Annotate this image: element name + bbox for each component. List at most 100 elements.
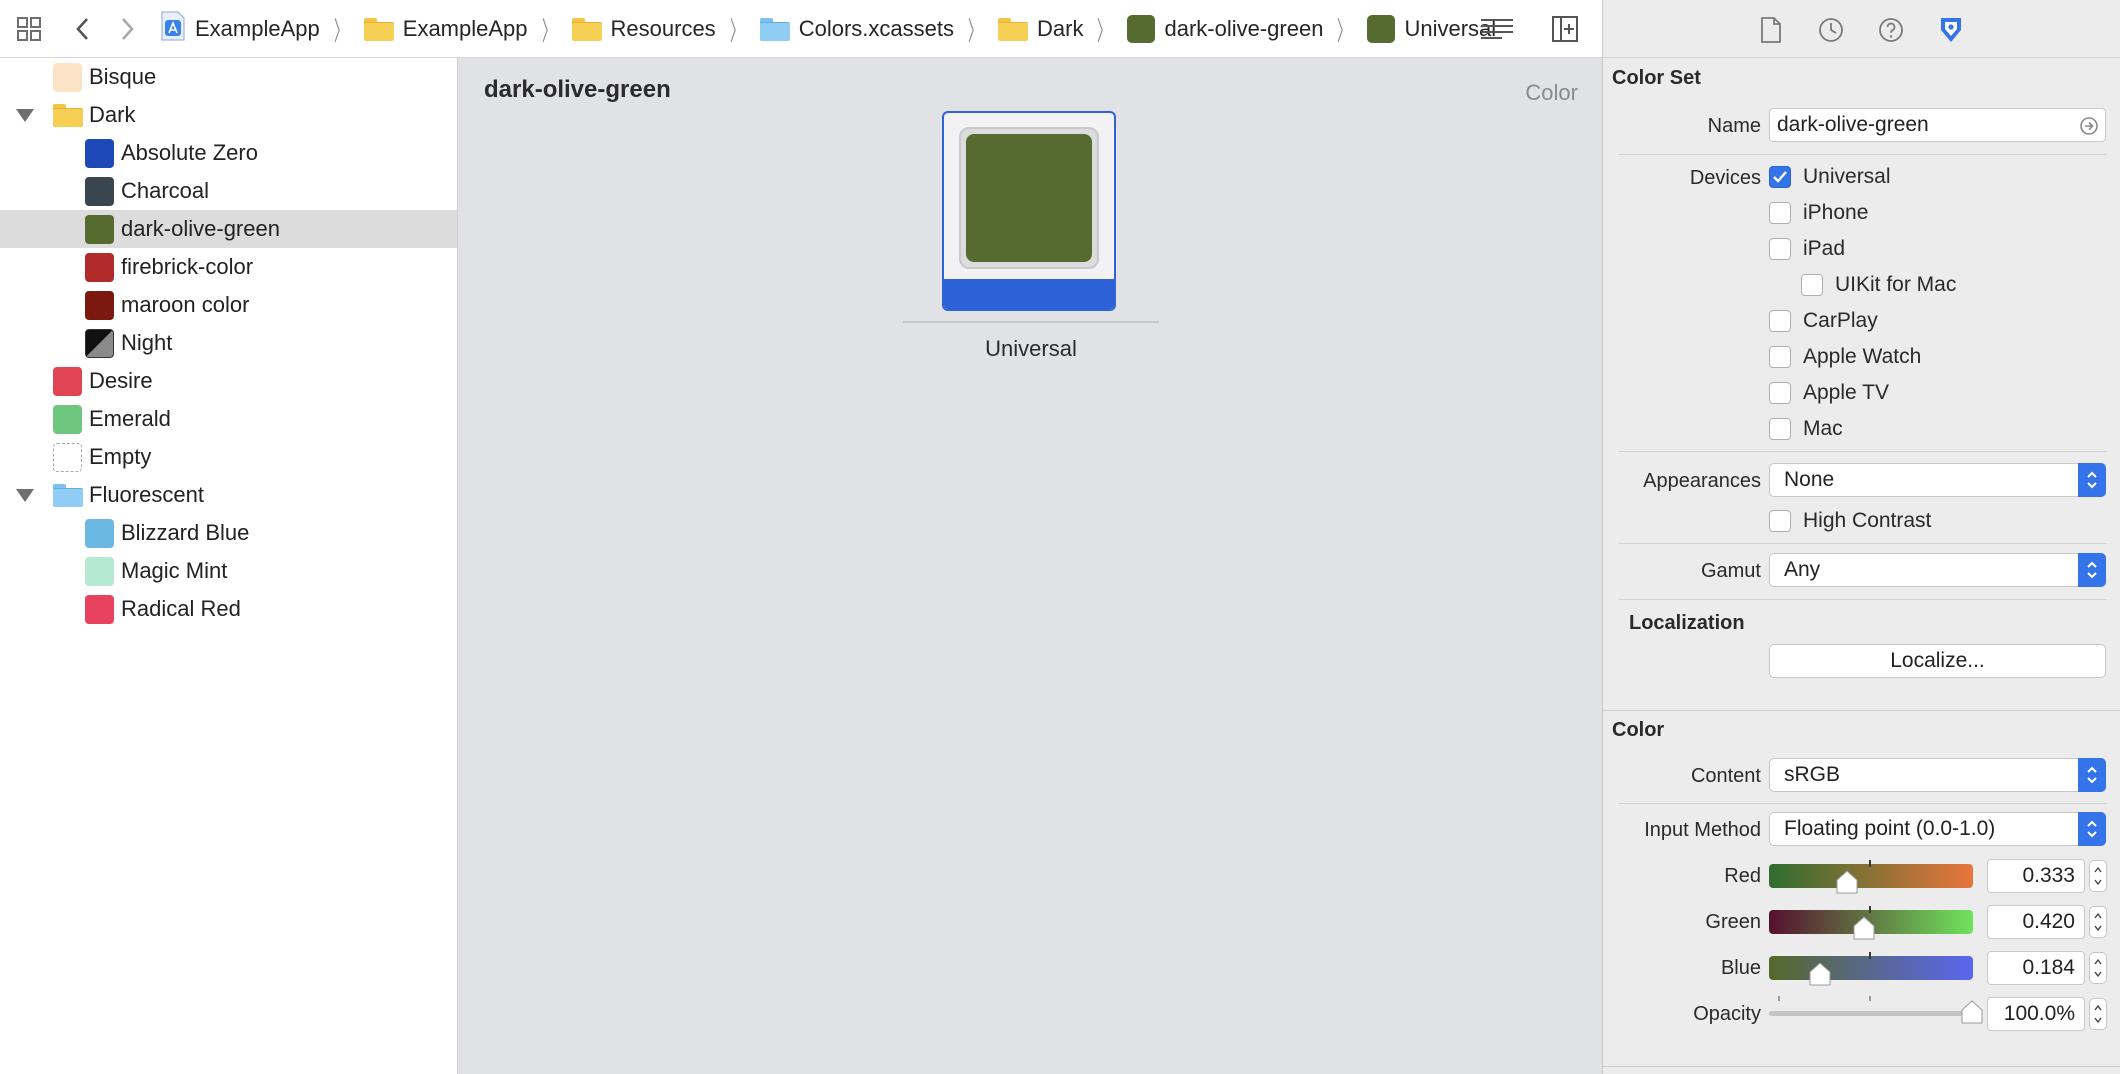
name-field[interactable]: dark-olive-green — [1769, 108, 2106, 142]
color-slot-universal[interactable] — [942, 111, 1116, 311]
device-checkbox-ipad[interactable]: iPad — [1769, 237, 1845, 261]
breadcrumb-item-appearance[interactable]: Universal — [1367, 15, 1496, 43]
attributes-inspector-icon[interactable] — [1935, 14, 1967, 46]
slider-thumb[interactable] — [1836, 870, 1858, 894]
device-checkbox-uikit-for-mac[interactable]: UIKit for Mac — [1801, 273, 1956, 297]
color-swatch-icon — [1127, 15, 1156, 43]
section-divider — [1603, 710, 2120, 711]
section-title-color-set: Color Set — [1612, 67, 1701, 89]
red-slider[interactable] — [1769, 864, 1973, 888]
breadcrumb-item-asset-catalog[interactable]: Colors.xcassets — [759, 16, 954, 42]
green-stepper[interactable] — [2089, 906, 2107, 938]
device-checkbox-apple-tv[interactable]: Apple TV — [1769, 381, 1889, 405]
checkbox-label: Apple Watch — [1803, 345, 1922, 368]
color-swatch-icon — [53, 62, 82, 92]
checkbox-box — [1769, 510, 1791, 532]
checkbox-box — [1769, 310, 1791, 332]
opacity-stepper[interactable] — [2089, 998, 2107, 1030]
breadcrumb-label: ExampleApp — [195, 16, 320, 41]
localize-button[interactable]: Localize... — [1769, 644, 2106, 678]
color-swatch-icon — [85, 518, 114, 548]
list-item[interactable]: maroon color — [0, 286, 457, 324]
breadcrumb-label: Colors.xcassets — [798, 16, 954, 41]
divider — [1619, 154, 2107, 155]
help-question-icon[interactable] — [1875, 14, 1907, 46]
color-swatch-icon — [85, 176, 114, 206]
asset-editor-canvas[interactable]: dark-olive-green Color Universal — [458, 58, 1602, 1074]
list-item[interactable]: Desire — [0, 362, 457, 400]
checkbox-box — [1801, 274, 1823, 296]
editor-options-lines-icon[interactable] — [1480, 12, 1514, 46]
list-item[interactable]: Blizzard Blue — [0, 514, 457, 552]
list-item[interactable]: Magic Mint — [0, 552, 457, 590]
list-item[interactable]: Night — [0, 324, 457, 362]
jump-bar: ExampleApp 〉 ExampleApp 〉 Resources 〉 Co… — [0, 0, 1602, 58]
checkbox-label: Universal — [1803, 165, 1891, 188]
blue-stepper[interactable] — [2089, 952, 2107, 984]
high-contrast-checkbox[interactable]: High Contrast — [1769, 509, 1931, 533]
list-item[interactable]: Charcoal — [0, 172, 457, 210]
list-item[interactable]: Empty — [0, 438, 457, 476]
opacity-slider[interactable] — [1769, 1011, 1965, 1016]
slider-thumb[interactable] — [1809, 962, 1831, 986]
empty-dashed-icon — [53, 442, 82, 472]
list-item-selected[interactable]: dark-olive-green — [0, 210, 457, 248]
list-item-label: Blizzard Blue — [121, 520, 250, 545]
breadcrumb-item-project[interactable]: ExampleApp — [160, 11, 320, 47]
breadcrumb-label: dark-olive-green — [1164, 16, 1324, 41]
color-swatch-icon — [85, 214, 114, 244]
device-checkbox-iphone[interactable]: iPhone — [1769, 201, 1868, 225]
opacity-label: Opacity — [1693, 1003, 1761, 1025]
divider — [1619, 599, 2107, 600]
list-item[interactable]: Emerald — [0, 400, 457, 438]
list-item[interactable]: Radical Red — [0, 590, 457, 628]
related-items-grid-icon[interactable] — [12, 12, 46, 46]
slider-tick — [1778, 996, 1780, 1001]
red-stepper[interactable] — [2089, 860, 2107, 892]
list-item[interactable]: Dark — [0, 96, 457, 134]
list-item-label: Bisque — [89, 64, 157, 89]
checkbox-label: iPad — [1803, 237, 1846, 260]
list-item[interactable]: firebrick-color — [0, 248, 457, 286]
blue-label: Blue — [1720, 957, 1761, 979]
device-checkbox-mac[interactable]: Mac — [1769, 417, 1843, 441]
breadcrumb-item-dark-folder[interactable]: Dark — [998, 16, 1083, 42]
device-checkbox-universal[interactable]: Universal — [1769, 165, 1891, 189]
list-item[interactable]: Absolute Zero — [0, 134, 457, 172]
slider-thumb[interactable] — [1853, 916, 1875, 940]
list-item[interactable]: Bisque — [0, 58, 457, 96]
breadcrumb-label: Dark — [1037, 16, 1084, 41]
list-item-label: Magic Mint — [121, 558, 228, 583]
list-item-label: Empty — [89, 444, 152, 469]
device-checkbox-carplay[interactable]: CarPlay — [1769, 309, 1878, 333]
breadcrumb-item-resources[interactable]: Resources — [571, 16, 716, 42]
red-value-field[interactable]: 0.333 — [1987, 859, 2085, 893]
add-editor-split-icon[interactable] — [1548, 12, 1582, 46]
attributes-inspector: Color Set Name dark-olive-green Devices … — [1602, 0, 2120, 1074]
disclosure-triangle-icon[interactable] — [16, 108, 34, 122]
opacity-value-field[interactable]: 100.0% — [1987, 997, 2085, 1031]
back-chevron-icon[interactable] — [66, 12, 100, 46]
slider-thumb[interactable] — [1961, 1000, 1983, 1024]
checkbox-box — [1769, 346, 1791, 368]
breadcrumb-item-color-set[interactable]: dark-olive-green — [1127, 15, 1323, 43]
name-label: Name — [1707, 115, 1761, 137]
gamut-select[interactable]: Any — [1769, 553, 2106, 587]
history-clock-icon[interactable] — [1815, 14, 1847, 46]
slider-tick — [1869, 996, 1871, 1001]
input-method-select[interactable]: Floating point (0.0-1.0) — [1769, 812, 2106, 846]
name-field-value: dark-olive-green — [1777, 113, 1929, 136]
folder-icon — [363, 18, 394, 41]
green-value-field[interactable]: 0.420 — [1987, 905, 2085, 939]
appearances-select[interactable]: None — [1769, 463, 2106, 497]
disclosure-triangle-icon[interactable] — [16, 488, 34, 502]
list-item[interactable]: Fluorescent — [0, 476, 457, 514]
go-arrow-icon[interactable] — [2079, 116, 2099, 142]
breadcrumb-item-group[interactable]: ExampleApp — [363, 16, 528, 42]
forward-chevron-icon[interactable] — [110, 12, 144, 46]
content-select[interactable]: sRGB — [1769, 758, 2106, 792]
blue-value-field[interactable]: 0.184 — [1987, 951, 2085, 985]
file-inspector-icon[interactable] — [1755, 14, 1787, 46]
blue-slider[interactable] — [1769, 956, 1973, 980]
device-checkbox-apple-watch[interactable]: Apple Watch — [1769, 345, 1921, 369]
